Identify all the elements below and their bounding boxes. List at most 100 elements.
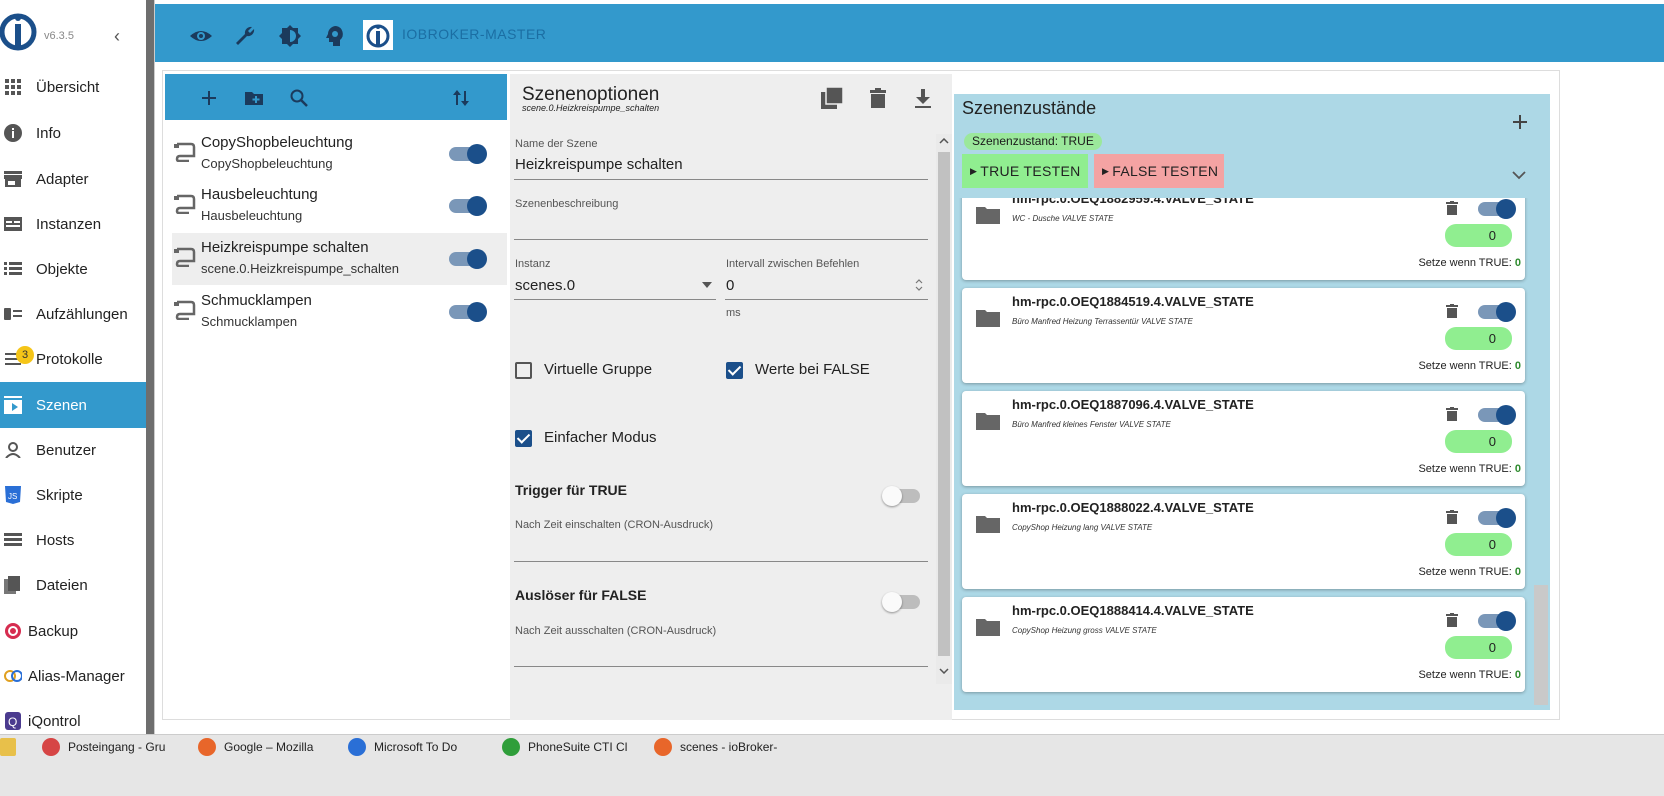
- brightness-icon[interactable]: [278, 24, 302, 48]
- cron-false-underline[interactable]: [514, 666, 928, 667]
- sidebar-item-skripte[interactable]: JS Skripte: [0, 472, 146, 518]
- trigger-true-toggle[interactable]: [882, 486, 920, 506]
- set-when-true: Setze wenn TRUE: 0: [1418, 669, 1521, 681]
- options-scrollbar-thumb[interactable]: [938, 152, 950, 656]
- sidebar-item-hosts[interactable]: Hosts: [0, 517, 146, 563]
- script-icon: [174, 142, 196, 162]
- user-icon: [4, 441, 22, 459]
- virtual-group-label: Virtuelle Gruppe: [544, 361, 653, 378]
- sidebar-item-label: Info: [36, 124, 62, 142]
- add-state-icon[interactable]: [1510, 112, 1530, 132]
- sidebar-item-info[interactable]: Info: [0, 110, 146, 156]
- script-icon: [174, 194, 196, 214]
- set-when-true: Setze wenn TRUE: 0: [1418, 463, 1521, 475]
- dropdown-arrow-icon[interactable]: [702, 282, 712, 288]
- expert-mode-icon[interactable]: [323, 24, 347, 48]
- delete-icon[interactable]: [1446, 510, 1458, 524]
- chevron-down-icon[interactable]: [1510, 166, 1528, 184]
- taskbar-file-explorer[interactable]: [0, 738, 24, 756]
- scene-enabled-toggle[interactable]: [449, 196, 487, 216]
- add-folder-icon[interactable]: [244, 88, 264, 108]
- taskbar-item[interactable]: Google – Mozilla: [198, 738, 313, 756]
- delete-icon[interactable]: [1446, 613, 1458, 627]
- scene-list-item-selected[interactable]: Heizkreispumpe schalten scene.0.Heizkrei…: [172, 233, 507, 285]
- sidebar-scrollbar[interactable]: [146, 0, 154, 774]
- script-icon: [174, 247, 196, 267]
- sidebar-item-instanzen[interactable]: Instanzen: [0, 201, 146, 247]
- sidebar-item-label: iQontrol: [28, 712, 81, 730]
- test-false-button[interactable]: ▶ FALSE TESTEN: [1094, 154, 1224, 188]
- state-description: CopyShop Heizung lang VALVE STATE: [1012, 523, 1153, 532]
- taskbar-item[interactable]: scenes - ioBroker-: [654, 738, 777, 756]
- sidebar-item-szenen[interactable]: Szenen: [0, 382, 146, 428]
- scene-list-item[interactable]: CopyShopbeleuchtung CopyShopbeleuchtung: [172, 128, 507, 180]
- state-description: CopyShop Heizung gross VALVE STATE: [1012, 626, 1157, 635]
- state-enabled-toggle[interactable]: [1478, 302, 1516, 322]
- mail-icon: [42, 738, 60, 756]
- values-false-checkbox[interactable]: [726, 362, 743, 379]
- taskbar-item[interactable]: PhoneSuite CTI Cl: [502, 738, 627, 756]
- sidebar-item-label: Backup: [28, 622, 79, 640]
- taskbar-item[interactable]: Posteingang - Gru: [42, 738, 165, 756]
- values-false-label: Werte bei FALSE: [755, 361, 870, 378]
- scene-enabled-toggle[interactable]: [449, 144, 487, 164]
- scroll-up-icon[interactable]: [939, 138, 949, 144]
- sidebar-item-objekte[interactable]: Objekte: [0, 246, 146, 292]
- sort-icon[interactable]: [451, 88, 471, 108]
- download-icon[interactable]: [911, 86, 935, 110]
- delete-icon[interactable]: [1446, 304, 1458, 318]
- eye-icon[interactable]: [189, 24, 213, 48]
- state-enabled-toggle[interactable]: [1478, 405, 1516, 425]
- state-enabled-toggle[interactable]: [1478, 199, 1516, 219]
- trigger-false-toggle[interactable]: [882, 592, 920, 612]
- scene-enabled-toggle[interactable]: [449, 302, 487, 322]
- firefox-icon: [198, 738, 216, 756]
- wrench-icon[interactable]: [233, 24, 257, 48]
- number-spinner-icon[interactable]: [914, 278, 924, 292]
- sidebar-item-backup[interactable]: Backup: [0, 608, 146, 654]
- virtual-group-checkbox[interactable]: [515, 362, 532, 379]
- state-value-input[interactable]: 0: [1445, 430, 1512, 453]
- sidebar-item-uebersicht[interactable]: Übersicht: [0, 64, 146, 110]
- state-value-input[interactable]: 0: [1445, 327, 1512, 350]
- add-icon[interactable]: [199, 88, 219, 108]
- test-true-button[interactable]: ▶ TRUE TESTEN: [962, 154, 1088, 188]
- taskbar-item[interactable]: Microsoft To Do: [348, 738, 457, 756]
- sidebar-item-adapter[interactable]: Adapter: [0, 156, 146, 202]
- scene-id: CopyShopbeleuchtung: [201, 156, 333, 171]
- states-scrollbar[interactable]: [1534, 585, 1548, 705]
- state-id: hm-rpc.0.OEQ1888414.4.VALVE_STATE: [1012, 603, 1254, 618]
- copy-icon[interactable]: [820, 86, 844, 110]
- sidebar-item-dateien[interactable]: Dateien: [0, 562, 146, 608]
- test-false-label: FALSE TESTEN: [1112, 163, 1219, 179]
- sidebar-item-benutzer[interactable]: Benutzer: [0, 427, 146, 473]
- sidebar-item-protokolle[interactable]: 3 Protokolle: [0, 336, 146, 382]
- state-value-input[interactable]: 0: [1445, 224, 1512, 247]
- state-enabled-toggle[interactable]: [1478, 508, 1516, 528]
- state-id: hm-rpc.0.OEQ1887096.4.VALVE_STATE: [1012, 397, 1254, 412]
- iobroker-logo-icon: [0, 13, 37, 51]
- delete-icon[interactable]: [1446, 201, 1458, 215]
- scene-enabled-toggle[interactable]: [449, 249, 487, 269]
- state-description: WC - Dusche VALVE STATE: [1012, 214, 1114, 223]
- sidebar-item-aufzaehlungen[interactable]: Aufzählungen: [0, 291, 146, 337]
- scene-list-item[interactable]: Hausbeleuchtung Hausbeleuchtung: [172, 180, 507, 232]
- scene-name-input[interactable]: Heizkreispumpe schalten: [515, 156, 683, 173]
- search-icon[interactable]: [289, 88, 309, 108]
- state-value-input[interactable]: 0: [1445, 533, 1512, 556]
- scene-list-item[interactable]: Schmucklampen Schmucklampen: [172, 286, 507, 338]
- delete-icon[interactable]: [1446, 407, 1458, 421]
- instance-select[interactable]: scenes.0: [515, 277, 575, 294]
- collapse-sidebar-icon[interactable]: ‹: [114, 26, 120, 47]
- interval-input[interactable]: 0: [726, 277, 734, 294]
- cron-true-underline[interactable]: [514, 561, 928, 562]
- delete-icon[interactable]: [866, 86, 890, 110]
- state-card: hm-rpc.0.OEQ1888414.4.VALVE_STATE CopySh…: [962, 597, 1525, 692]
- set-when-true: Setze wenn TRUE: 0: [1418, 257, 1521, 269]
- set-when-true-value: 0: [1514, 566, 1521, 578]
- sidebar-item-alias-manager[interactable]: Alias-Manager: [0, 653, 146, 699]
- scroll-down-icon[interactable]: [939, 668, 949, 674]
- simple-mode-checkbox[interactable]: [515, 430, 532, 447]
- state-enabled-toggle[interactable]: [1478, 611, 1516, 631]
- state-value-input[interactable]: 0: [1445, 636, 1512, 659]
